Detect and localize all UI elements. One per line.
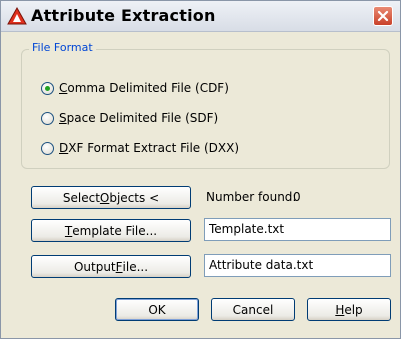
attribute-extraction-dialog: Attribute Extraction File Format Comma D… [0, 0, 401, 339]
file-format-group-label: File Format [29, 41, 96, 54]
radio-sdf-label: Space Delimited File (SDF) [59, 111, 219, 125]
window-title: Attribute Extraction [31, 6, 216, 25]
close-icon [377, 10, 389, 22]
template-file-field[interactable]: Template.txt [204, 218, 391, 241]
select-objects-button[interactable]: Select Objects < [31, 186, 191, 209]
radio-cdf-indicator[interactable] [41, 81, 54, 95]
output-file-button[interactable]: Output File... [31, 255, 191, 278]
radio-sdf[interactable]: Space Delimited File (SDF) [41, 109, 218, 127]
cancel-button[interactable]: Cancel [211, 298, 295, 321]
title-bar[interactable]: Attribute Extraction [1, 1, 400, 32]
output-file-field[interactable]: Attribute data.txt [204, 254, 391, 277]
close-button[interactable] [373, 6, 393, 26]
radio-dxx[interactable]: DXF Format Extract File (DXX) [41, 139, 239, 157]
radio-cdf-label: Comma Delimited File (CDF) [59, 81, 229, 95]
radio-sdf-indicator[interactable] [41, 111, 54, 125]
help-button[interactable]: Help [307, 298, 391, 321]
autocad-app-icon [7, 6, 27, 25]
radio-cdf[interactable]: Comma Delimited File (CDF) [41, 79, 229, 97]
ok-button[interactable]: OK [115, 298, 199, 321]
number-found-value: 0 [293, 190, 301, 204]
template-file-button[interactable]: Template File... [31, 219, 191, 242]
radio-dxx-indicator[interactable] [41, 141, 54, 155]
number-found-label: Number found: [206, 190, 297, 204]
radio-dxx-label: DXF Format Extract File (DXX) [59, 141, 240, 155]
